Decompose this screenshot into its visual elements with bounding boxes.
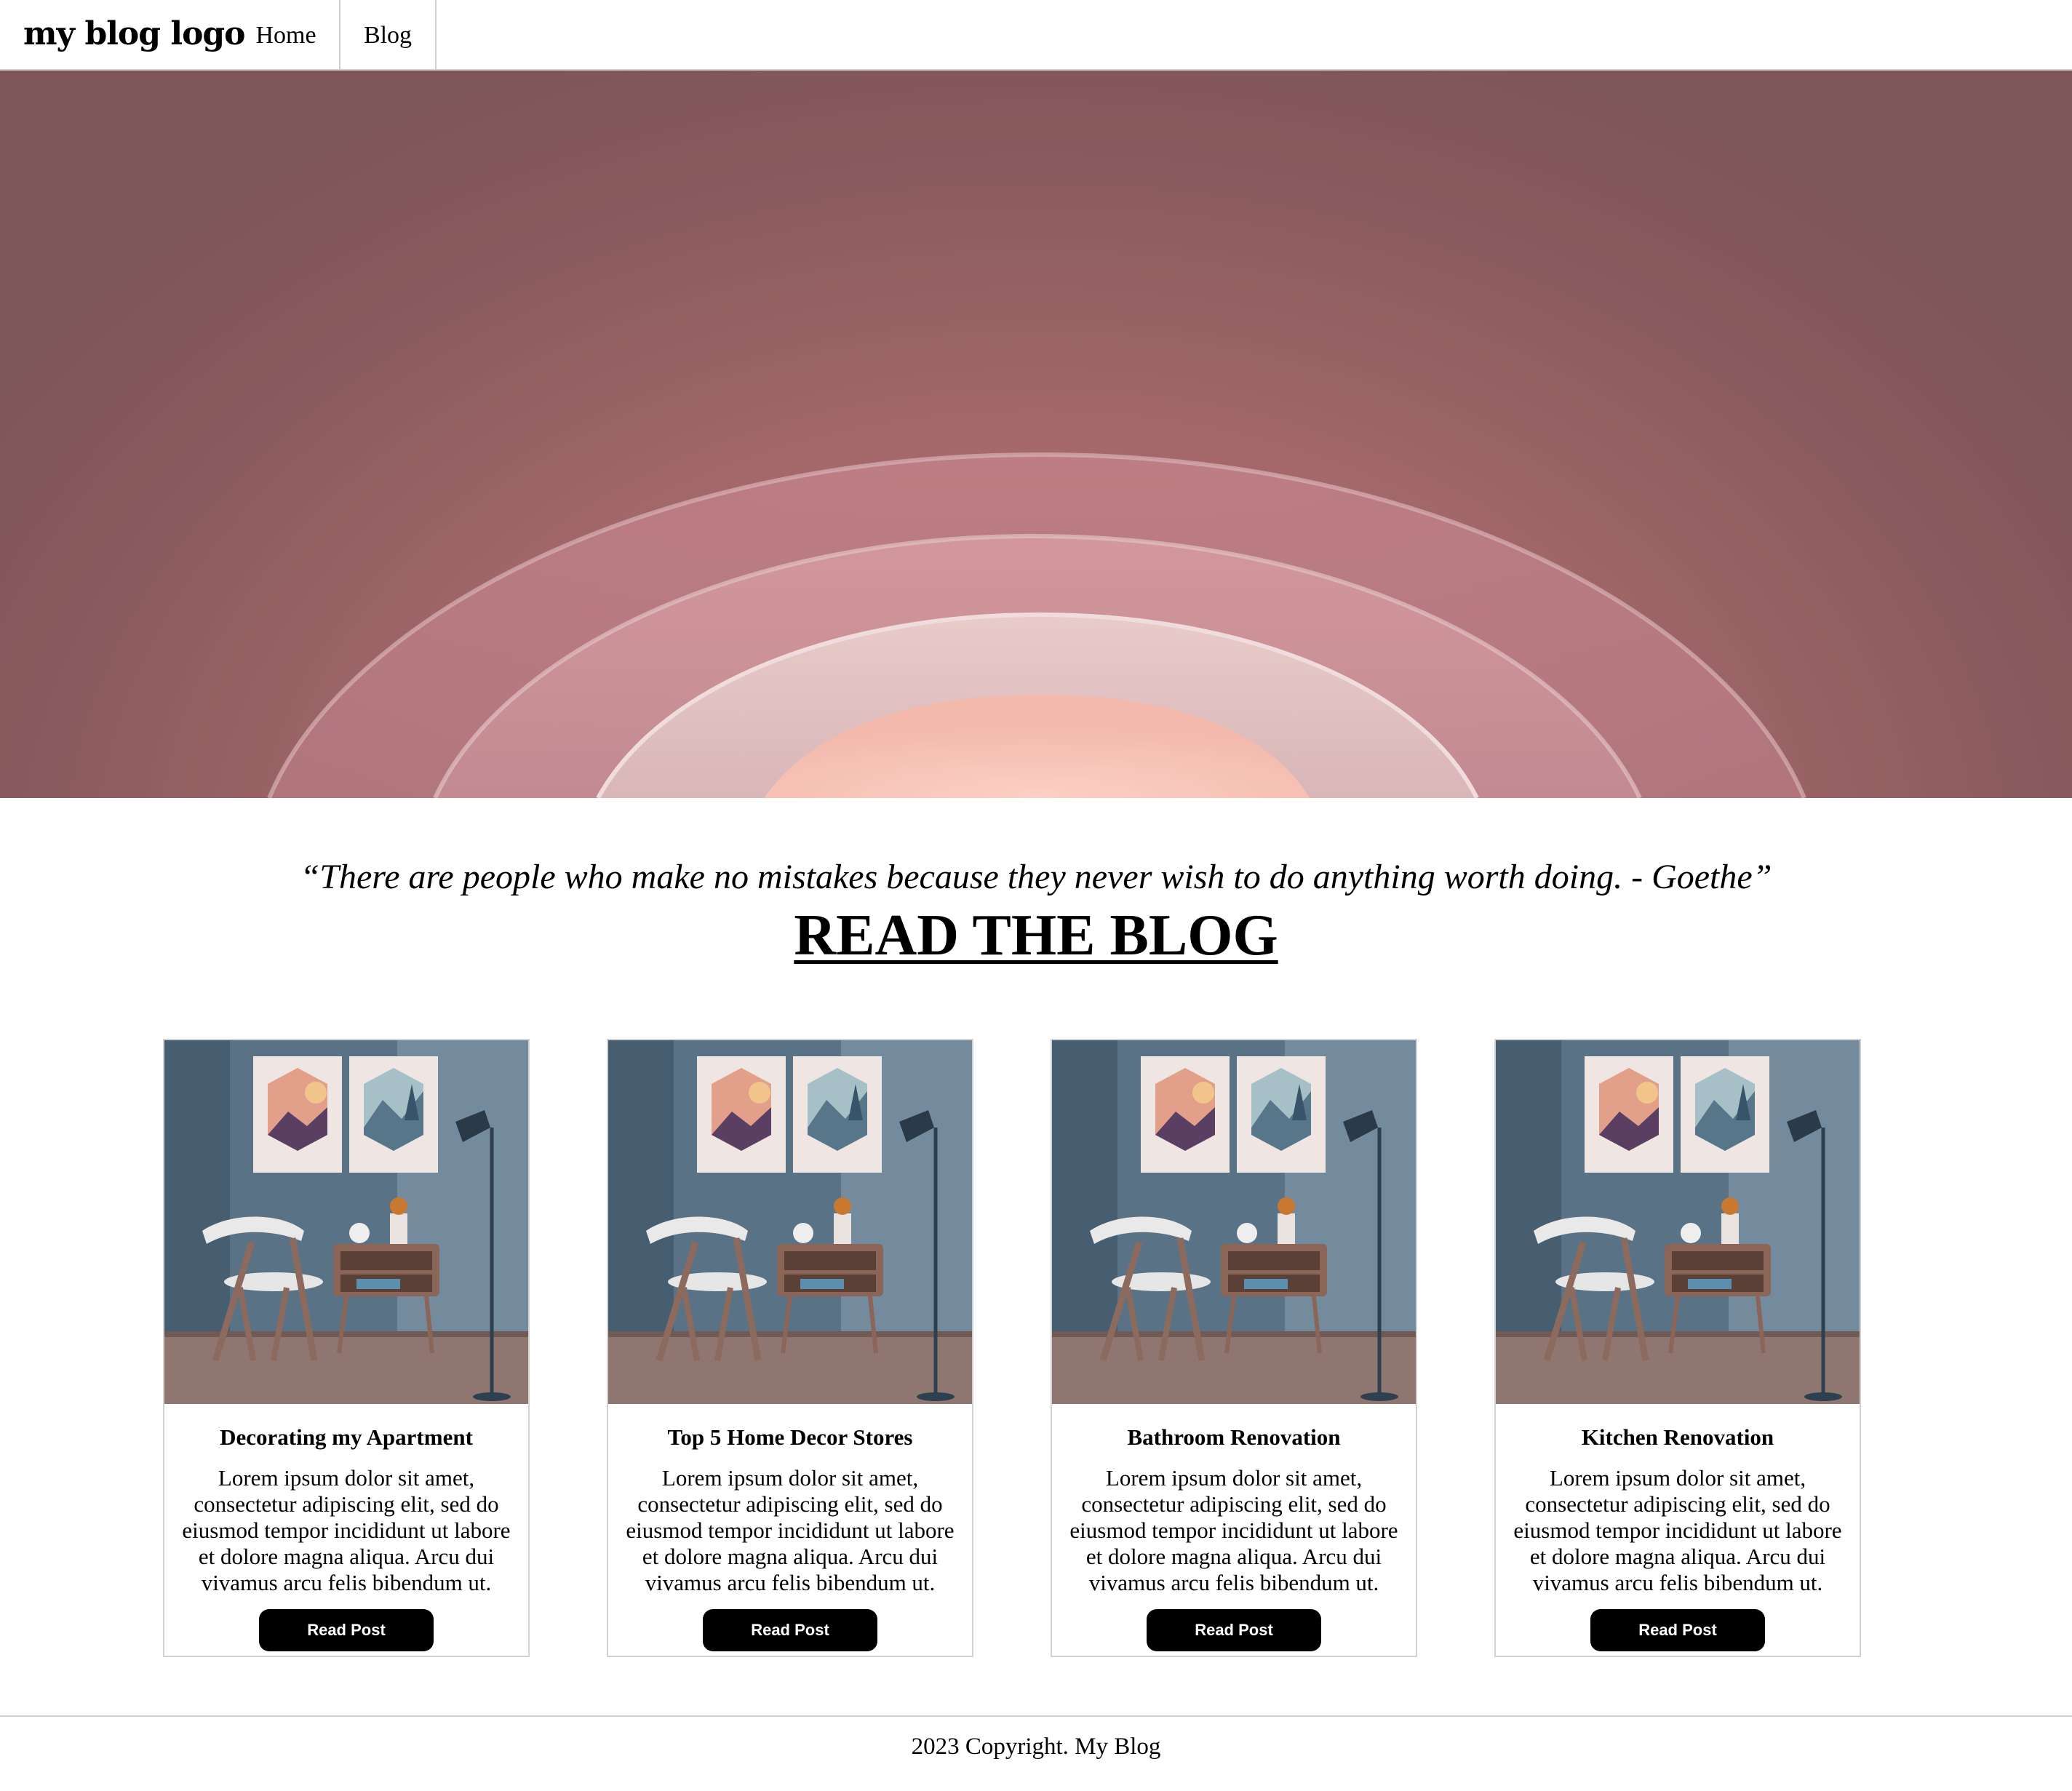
blog-post-card: Kitchen Renovation Lorem ipsum dolor sit… [1494, 1039, 1861, 1657]
read-post-button[interactable]: Read Post [1147, 1609, 1321, 1651]
room-decor-image [1052, 1040, 1416, 1404]
read-post-button[interactable]: Read Post [703, 1609, 877, 1651]
post-excerpt: Lorem ipsum dolor sit amet, consectetur … [182, 1465, 511, 1595]
hero-banner [0, 71, 2072, 798]
post-excerpt: Lorem ipsum dolor sit amet, consectetur … [626, 1465, 955, 1595]
hero-image [267, 452, 1806, 798]
read-the-blog-heading[interactable]: READ THE BLOG [0, 901, 2072, 970]
goethe-quote: “There are people who make no mistakes b… [300, 858, 1772, 896]
post-title[interactable]: Decorating my Apartment [172, 1421, 521, 1453]
room-decor-image [608, 1040, 972, 1404]
site-logo[interactable]: my blog logo [23, 9, 246, 60]
post-excerpt: Lorem ipsum dolor sit amet, consectetur … [1513, 1465, 1842, 1595]
room-decor-image [1496, 1040, 1860, 1404]
site-footer: 2023 Copyright. My Blog [0, 1715, 2072, 1791]
blog-post-card: Top 5 Home Decor Stores Lorem ipsum dolo… [607, 1039, 973, 1657]
post-excerpt: Lorem ipsum dolor sit amet, consectetur … [1069, 1465, 1398, 1595]
read-post-button[interactable]: Read Post [259, 1609, 434, 1651]
nav-link-home[interactable]: Home [233, 0, 340, 69]
post-title[interactable]: Top 5 Home Decor Stores [615, 1421, 965, 1453]
top-navigation: my blog logo Home Blog [0, 0, 2072, 71]
post-title[interactable]: Kitchen Renovation [1503, 1421, 1852, 1453]
blog-post-card: Bathroom Renovation Lorem ipsum dolor si… [1051, 1039, 1417, 1657]
copyright-text: 2023 Copyright. My Blog [911, 1734, 1161, 1760]
nav-link-blog[interactable]: Blog [340, 0, 437, 69]
post-title[interactable]: Bathroom Renovation [1059, 1421, 1408, 1453]
read-post-button[interactable]: Read Post [1590, 1609, 1765, 1651]
room-decor-image [164, 1040, 528, 1404]
blog-post-card: Decorating my Apartment Lorem ipsum dolo… [163, 1039, 530, 1657]
